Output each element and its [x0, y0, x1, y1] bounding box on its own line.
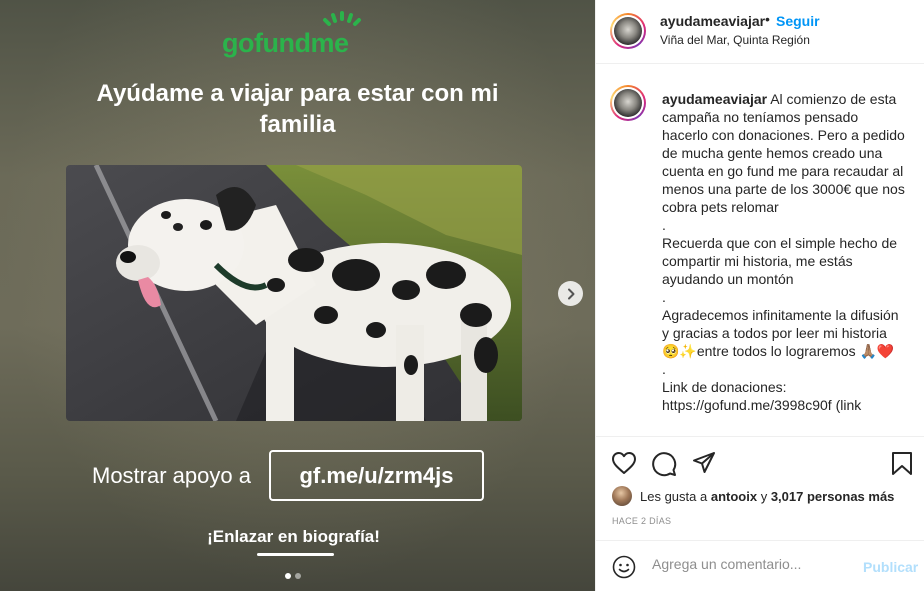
chevron-right-icon: [567, 288, 574, 299]
follow-button[interactable]: Seguir: [776, 13, 820, 29]
post-timestamp[interactable]: HACE 2 DÍAS: [612, 516, 671, 526]
likes-mid: y: [760, 488, 768, 504]
dog-photo: [66, 165, 522, 421]
emoji-icon[interactable]: [612, 555, 636, 584]
header-username[interactable]: ayudameaviajar: [660, 13, 765, 29]
header-location[interactable]: Viña del Mar, Quinta Región: [660, 33, 810, 47]
liker-avatar[interactable]: [612, 486, 632, 506]
likes-summary[interactable]: Les gusta a antooix y 3,017 personas más: [612, 486, 894, 506]
action-bar: [596, 449, 924, 479]
publish-button[interactable]: Publicar: [863, 559, 918, 575]
heart-icon[interactable]: [611, 451, 637, 480]
carousel-dot-active: [285, 573, 291, 579]
comment-icon[interactable]: [651, 451, 677, 482]
likes-prefix: Les gusta a: [640, 488, 708, 504]
post-media: gofundme Ayúdame a viajar para estar con…: [0, 0, 595, 591]
post-header: ayudameaviajar • Seguir Viña del Mar, Qu…: [596, 0, 924, 64]
header-avatar[interactable]: [610, 13, 646, 49]
support-label: Mostrar apoyo a: [92, 463, 251, 488]
post-caption: ayudameaviajar Al comienzo de esta campa…: [662, 90, 906, 414]
header-separator: •: [765, 11, 770, 27]
comment-input[interactable]: [652, 556, 852, 572]
carousel-dot: [295, 573, 301, 579]
next-slide-button[interactable]: [558, 281, 583, 306]
bio-underline: [257, 553, 334, 556]
likes-user[interactable]: antooix: [711, 489, 757, 504]
caption-scroll-area[interactable]: ayudameaviajar Al comienzo de esta campa…: [596, 65, 924, 437]
caption-avatar[interactable]: [610, 85, 646, 121]
carousel-dots: [285, 573, 301, 579]
share-icon[interactable]: [692, 451, 716, 480]
donation-link-box: gf.me/u/zrm4js: [269, 450, 484, 501]
likes-count[interactable]: 3,017 personas más: [771, 489, 895, 504]
gofundme-logo-text: gofundme: [222, 28, 349, 58]
link-in-bio-text: ¡Enlazar en biografía!: [207, 527, 380, 546]
campaign-headline: Ayúdame a viajar para estar con mi famil…: [96, 80, 499, 138]
post-panel: ayudameaviajar • Seguir Viña del Mar, Qu…: [595, 0, 924, 591]
comment-bar: Publicar: [596, 540, 924, 591]
caption-text: Al comienzo de esta campaña no teníamos …: [662, 91, 905, 413]
gofundme-logo: gofundme: [222, 10, 372, 60]
bookmark-icon[interactable]: [891, 451, 913, 481]
caption-username[interactable]: ayudameaviajar: [662, 91, 767, 107]
